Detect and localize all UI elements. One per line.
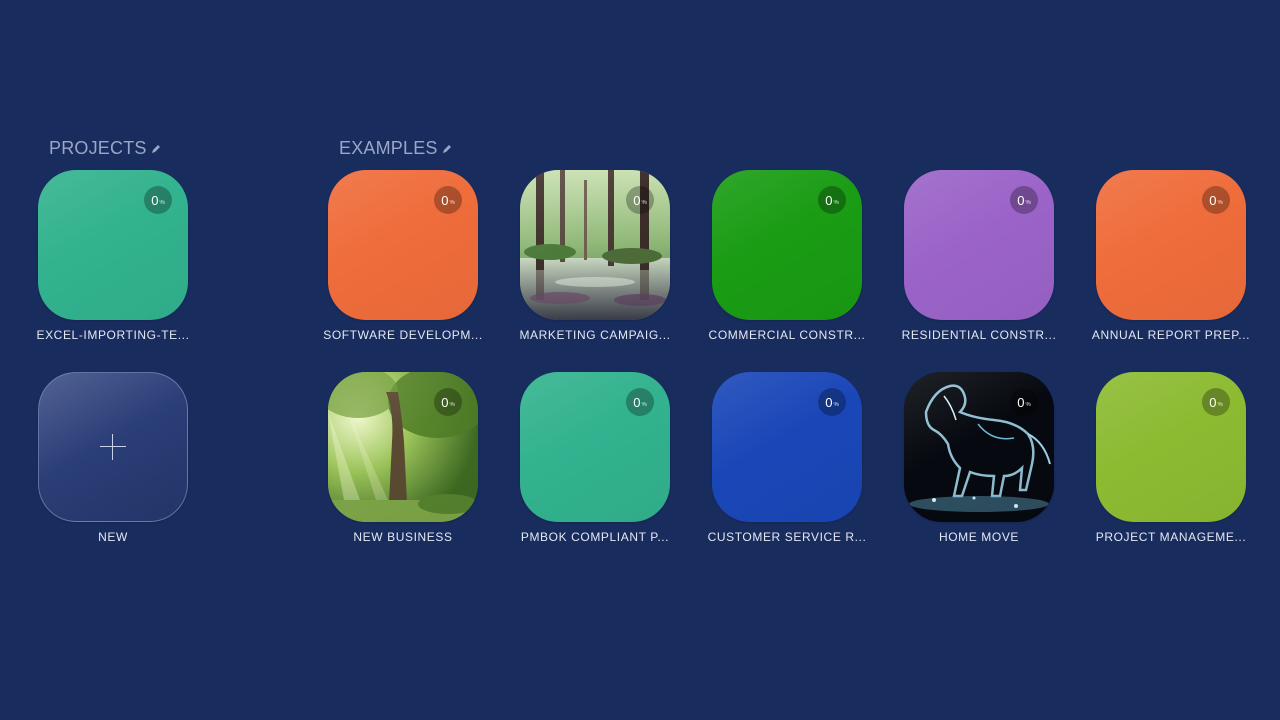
project-tile-icon[interactable]: 0% bbox=[38, 170, 188, 320]
progress-value: 0 bbox=[441, 394, 449, 410]
example-tile[interactable]: 0% NEW BUSINESS bbox=[328, 372, 478, 544]
example-tile[interactable]: 0% PMBOK COMPLIANT P... bbox=[520, 372, 670, 544]
progress-unit: % bbox=[449, 402, 455, 408]
progress-badge: 0% bbox=[144, 186, 172, 214]
pencil-icon[interactable] bbox=[151, 144, 161, 154]
example-tile-label: MARKETING CAMPAIG... bbox=[519, 328, 671, 342]
example-tile-label: RESIDENTIAL CONSTR... bbox=[901, 328, 1057, 342]
example-tile-label: ANNUAL REPORT PREP... bbox=[1091, 328, 1251, 342]
progress-value: 0 bbox=[1209, 192, 1217, 208]
example-tile[interactable]: 0% CUSTOMER SERVICE R... bbox=[708, 372, 866, 544]
examples-section-title[interactable]: EXAMPLES bbox=[339, 138, 452, 159]
project-tile[interactable]: 0% EXCEL-IMPORTING-TE... bbox=[36, 170, 190, 342]
progress-badge: 0% bbox=[434, 186, 462, 214]
example-tile-icon[interactable]: 0% bbox=[328, 372, 478, 522]
progress-badge: 0% bbox=[818, 186, 846, 214]
example-tile[interactable]: 0% SOFTWARE DEVELOPM... bbox=[323, 170, 482, 342]
example-tile-icon[interactable]: 0% bbox=[520, 170, 670, 320]
progress-unit: % bbox=[1217, 200, 1223, 206]
new-project-button[interactable] bbox=[38, 372, 188, 522]
progress-badge: 0% bbox=[818, 388, 846, 416]
progress-unit: % bbox=[833, 200, 839, 206]
progress-badge: 0% bbox=[1010, 186, 1038, 214]
progress-badge: 0% bbox=[1202, 388, 1230, 416]
example-tile-icon[interactable]: 0% bbox=[520, 372, 670, 522]
example-tile-label: HOME MOVE bbox=[938, 530, 1020, 544]
example-tile-label: CUSTOMER SERVICE R... bbox=[707, 530, 867, 544]
new-project-tile[interactable]: NEW bbox=[38, 372, 188, 544]
progress-value: 0 bbox=[633, 192, 641, 208]
progress-badge: 0% bbox=[434, 388, 462, 416]
example-tile-label: NEW BUSINESS bbox=[353, 530, 453, 544]
progress-badge: 0% bbox=[626, 388, 654, 416]
example-tile[interactable]: 0% MARKETING CAMPAIG... bbox=[519, 170, 671, 342]
example-tile[interactable]: 0% RESIDENTIAL CONSTR... bbox=[901, 170, 1057, 342]
progress-badge: 0% bbox=[626, 186, 654, 214]
example-tile[interactable]: 0% COMMERCIAL CONSTR... bbox=[709, 170, 865, 342]
example-tile-icon[interactable]: 0% bbox=[712, 170, 862, 320]
new-project-label: NEW bbox=[98, 530, 128, 544]
progress-unit: % bbox=[1025, 402, 1031, 408]
example-tile-label: PMBOK COMPLIANT P... bbox=[520, 530, 670, 544]
projects-title-text: PROJECTS bbox=[49, 138, 147, 158]
example-tile[interactable]: 0% ANNUAL REPORT PREP... bbox=[1092, 170, 1250, 342]
examples-title-text: EXAMPLES bbox=[339, 138, 438, 158]
project-tile-label: EXCEL-IMPORTING-TE... bbox=[36, 328, 190, 342]
pencil-icon[interactable] bbox=[442, 144, 452, 154]
example-tile-icon[interactable]: 0% bbox=[1096, 170, 1246, 320]
progress-unit: % bbox=[641, 200, 647, 206]
example-tile[interactable]: 0% HOME MOVE bbox=[904, 372, 1054, 544]
plus-icon bbox=[100, 434, 126, 460]
example-tile-icon[interactable]: 0% bbox=[712, 372, 862, 522]
progress-unit: % bbox=[641, 402, 647, 408]
progress-unit: % bbox=[449, 200, 455, 206]
example-tile-icon[interactable]: 0% bbox=[328, 170, 478, 320]
progress-value: 0 bbox=[151, 192, 159, 208]
progress-value: 0 bbox=[1017, 192, 1025, 208]
progress-unit: % bbox=[833, 402, 839, 408]
progress-unit: % bbox=[159, 200, 165, 206]
example-tile-icon[interactable]: 0% bbox=[1096, 372, 1246, 522]
progress-value: 0 bbox=[441, 192, 449, 208]
progress-value: 0 bbox=[633, 394, 641, 410]
example-tile-icon[interactable]: 0% bbox=[904, 372, 1054, 522]
progress-badge: 0% bbox=[1202, 186, 1230, 214]
example-tile-icon[interactable]: 0% bbox=[904, 170, 1054, 320]
progress-value: 0 bbox=[1017, 394, 1025, 410]
example-tile-label: SOFTWARE DEVELOPM... bbox=[323, 328, 483, 342]
progress-value: 0 bbox=[825, 394, 833, 410]
progress-value: 0 bbox=[1209, 394, 1217, 410]
progress-badge: 0% bbox=[1010, 388, 1038, 416]
example-tile-label: COMMERCIAL CONSTR... bbox=[708, 328, 866, 342]
progress-unit: % bbox=[1217, 402, 1223, 408]
example-tile-label: PROJECT MANAGEME... bbox=[1095, 530, 1247, 544]
progress-value: 0 bbox=[825, 192, 833, 208]
progress-unit: % bbox=[1025, 200, 1031, 206]
projects-section-title[interactable]: PROJECTS bbox=[49, 138, 161, 159]
example-tile[interactable]: 0% PROJECT MANAGEME... bbox=[1096, 372, 1246, 544]
